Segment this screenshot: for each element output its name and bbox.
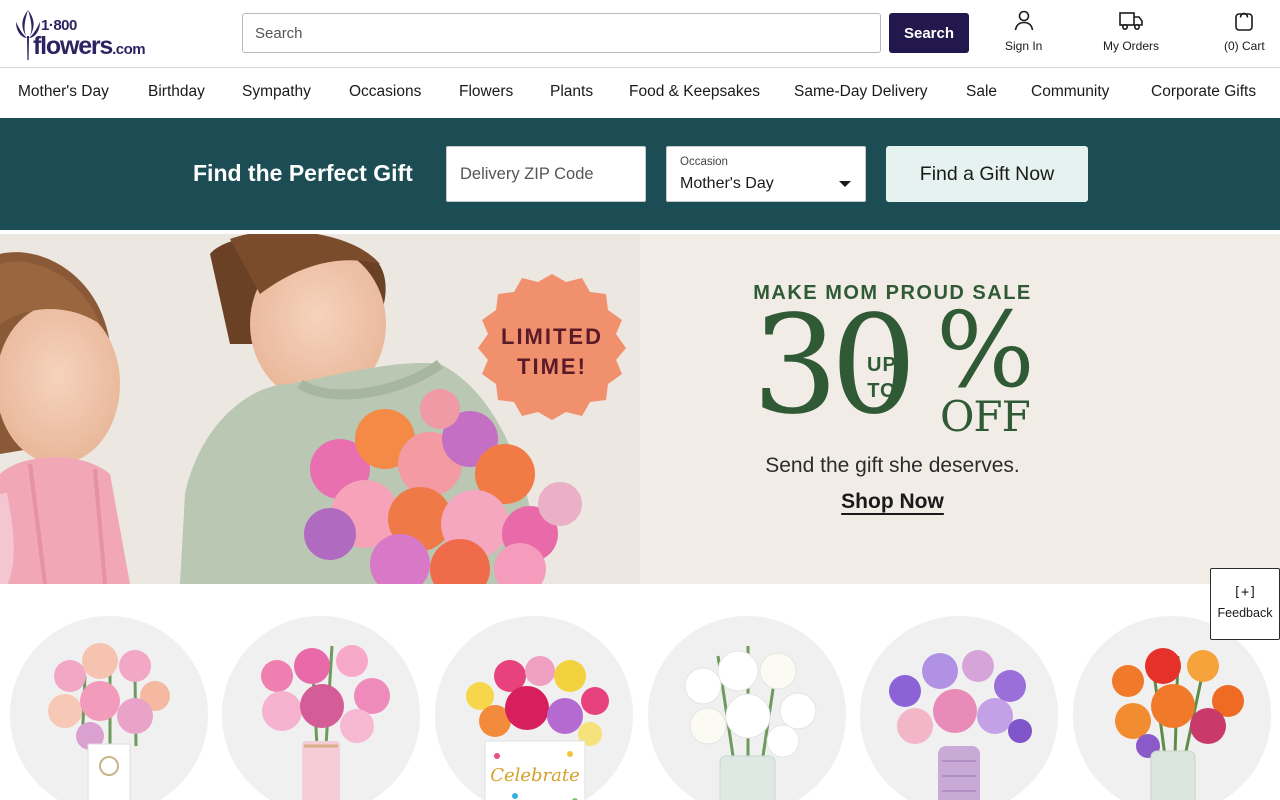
hero-banner[interactable]: LIMITED TIME! MAKE MOM PROUD SALE 30 UP …: [0, 234, 1280, 584]
cart-label: (0) Cart: [1224, 39, 1265, 53]
occasion-label: Occasion: [680, 156, 728, 168]
pink-lily-bouquet-image: [222, 616, 420, 800]
expand-icon: [+]: [1233, 585, 1257, 600]
product-tile[interactable]: [1073, 616, 1271, 800]
nav-item-sale[interactable]: Sale: [966, 83, 997, 101]
nav-item-birthday[interactable]: Birthday: [148, 83, 205, 101]
product-tile[interactable]: Celebrate: [435, 616, 633, 800]
product-tile[interactable]: [860, 616, 1058, 800]
my-orders-label: My Orders: [1103, 39, 1160, 53]
feedback-label: Feedback: [1217, 606, 1273, 620]
search-button[interactable]: Search: [889, 13, 969, 53]
nav-item-occasions[interactable]: Occasions: [349, 83, 421, 101]
promo-up-to: UP TO: [867, 354, 897, 402]
product-tile[interactable]: [10, 616, 208, 800]
person-icon: [1014, 10, 1033, 31]
promo-off: OFF: [940, 392, 1031, 441]
truck-icon: [1119, 12, 1143, 30]
nav-item-same-day-delivery[interactable]: Same-Day Delivery: [794, 83, 928, 101]
nav-item-food-keepsakes[interactable]: Food & Keepsakes: [629, 83, 760, 101]
nav-item-sympathy[interactable]: Sympathy: [242, 83, 311, 101]
my-orders-link[interactable]: My Orders: [1103, 8, 1159, 53]
purple-bouquet-image: [860, 616, 1058, 800]
orange-lily-bouquet-image: [1073, 616, 1271, 800]
shopping-bag-icon: [1235, 12, 1254, 31]
limited-time-text: LIMITED TIME!: [501, 324, 603, 379]
gift-finder-bar: Find the Perfect Gift Occasion Mother's …: [0, 118, 1280, 230]
nav-item-plants[interactable]: Plants: [550, 83, 593, 101]
sign-in-label: Sign In: [1005, 39, 1043, 53]
feedback-button[interactable]: [+] Feedback: [1210, 568, 1280, 640]
zip-code-input[interactable]: [446, 146, 646, 202]
gift-finder-title: Find the Perfect Gift: [193, 160, 413, 186]
occasion-value: Mother's Day: [680, 175, 774, 192]
celebrate-box-label: Celebrate: [490, 765, 580, 786]
caret-down-icon: [839, 181, 851, 187]
brand-logo[interactable]: 1·800 flowers.com: [8, 4, 168, 64]
shop-now-link[interactable]: Shop Now: [640, 490, 1145, 514]
cart-link[interactable]: (0) Cart: [1224, 8, 1265, 53]
find-gift-button[interactable]: Find a Gift Now: [886, 146, 1088, 202]
main-nav: Mother's Day Birthday Sympathy Occasions…: [0, 68, 1280, 118]
promo-subtitle: Send the gift she deserves.: [765, 454, 1020, 477]
logo-wordmark: flowers.com: [33, 32, 146, 60]
sign-in-link[interactable]: Sign In: [1005, 8, 1042, 53]
pastel-bouquet-image: [10, 616, 208, 800]
white-lily-bouquet-image: [648, 616, 846, 800]
nav-item-corporate-gifts[interactable]: Corporate Gifts: [1151, 83, 1256, 101]
nav-item-flowers[interactable]: Flowers: [459, 83, 513, 101]
occasion-select[interactable]: Occasion Mother's Day: [666, 146, 866, 202]
site-header: 1·800 flowers.com Search Sign In My Orde…: [0, 0, 1280, 68]
nav-item-community[interactable]: Community: [1031, 83, 1109, 101]
product-tile[interactable]: [648, 616, 846, 800]
nav-item-mothers-day[interactable]: Mother's Day: [18, 83, 109, 101]
promo-percent-sign: %: [936, 289, 1035, 411]
product-tile[interactable]: [222, 616, 420, 800]
celebrate-box-bouquet-image: Celebrate: [435, 616, 633, 800]
search-input[interactable]: [242, 13, 881, 53]
